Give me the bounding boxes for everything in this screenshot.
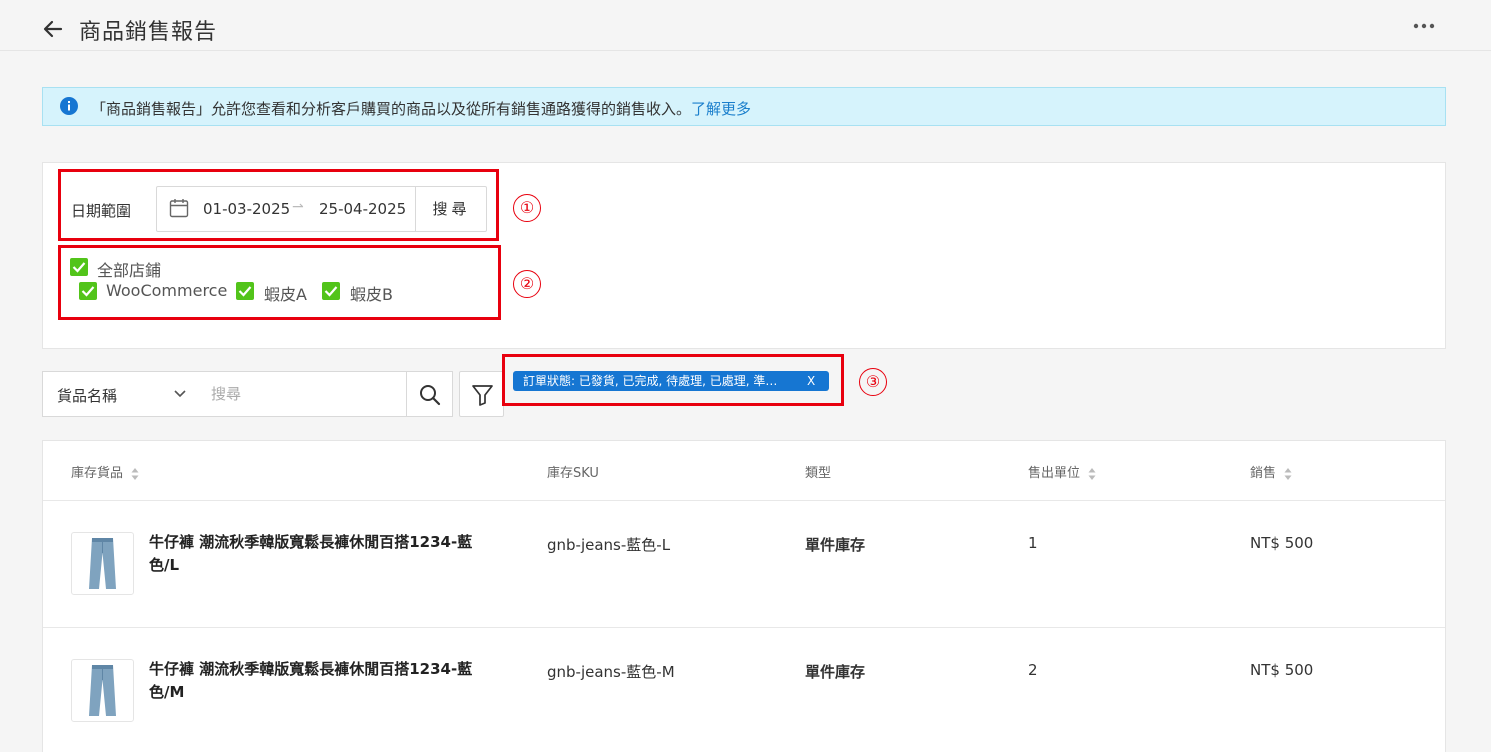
learn-more-link[interactable]: 了解更多 (691, 100, 751, 118)
units-cell: 1 (1028, 534, 1038, 552)
search-input[interactable] (198, 371, 407, 417)
sales-cell: NT$ 500 (1250, 661, 1314, 679)
sort-icon[interactable] (1284, 467, 1292, 481)
type-cell: 單件庫存 (805, 536, 866, 554)
select-value: 貨品名稱 (57, 387, 118, 405)
column-label: 售出單位 (1028, 466, 1081, 481)
sku-cell: gnb-jeans-藍色-M (547, 663, 675, 681)
product-thumbnail (71, 532, 134, 595)
column-header-units[interactable]: 售出單位 (1028, 462, 1096, 481)
column-header-type: 類型 (805, 466, 832, 481)
annotation-box-3 (502, 354, 844, 406)
info-icon (60, 97, 78, 115)
filter-button[interactable] (459, 371, 504, 417)
annotation-callout-3: ③ (859, 368, 887, 396)
jeans-image (89, 665, 116, 716)
column-header-sales[interactable]: 銷售 (1250, 462, 1292, 481)
chevron-down-icon (174, 390, 186, 398)
column-header-sku: 庫存SKU (547, 466, 599, 481)
annotation-callout-1: ① (513, 194, 541, 222)
banner-text: 「商品銷售報告」允許您查看和分析客戶購買的商品以及從所有銷售通路獲得的銷售收入。… (91, 98, 751, 119)
column-header-item[interactable]: 庫存貨品 (71, 462, 139, 481)
product-name: 牛仔褲 潮流秋季韓版寬鬆長褲休閒百搭1234-藍色/L (149, 533, 473, 574)
annotation-callout-2: ② (513, 270, 541, 298)
sales-table: 庫存貨品 庫存SKU 類型 售出單位 銷售 牛仔褲 潮流秋季韓版寬鬆長褲休閒百搭… (42, 440, 1446, 752)
column-label: 銷售 (1250, 466, 1277, 481)
more-options-icon[interactable] (1410, 20, 1438, 32)
info-banner: 「商品銷售報告」允許您查看和分析客戶購買的商品以及從所有銷售通路獲得的銷售收入。… (42, 87, 1446, 126)
search-button[interactable] (406, 371, 453, 417)
sku-cell: gnb-jeans-藍色-L (547, 536, 671, 554)
type-cell: 單件庫存 (805, 663, 866, 681)
filter-icon (472, 385, 493, 406)
back-arrow-icon[interactable] (40, 16, 66, 42)
table-row[interactable]: 牛仔褲 潮流秋季韓版寬鬆長褲休閒百搭1234-藍色/L gnb-jeans-藍色… (43, 501, 1445, 627)
product-thumbnail (71, 659, 134, 722)
units-cell: 2 (1028, 661, 1038, 679)
sales-cell: NT$ 500 (1250, 534, 1314, 552)
annotation-box-2 (58, 245, 501, 320)
table-row[interactable]: 牛仔褲 潮流秋季韓版寬鬆長褲休閒百搭1234-藍色/M gnb-jeans-藍色… (43, 628, 1445, 752)
product-name: 牛仔褲 潮流秋季韓版寬鬆長褲休閒百搭1234-藍色/M (149, 660, 473, 701)
column-label: 庫存貨品 (71, 466, 124, 481)
top-bar: 商品銷售報告 (0, 0, 1491, 51)
sort-icon[interactable] (1088, 467, 1096, 481)
search-icon (420, 385, 441, 406)
page-title: 商品銷售報告 (79, 20, 218, 45)
annotation-box-1 (58, 169, 499, 241)
sort-icon[interactable] (131, 467, 139, 481)
search-field-select[interactable]: 貨品名稱 (42, 371, 199, 417)
jeans-image (89, 538, 116, 589)
banner-message: 「商品銷售報告」允許您查看和分析客戶購買的商品以及從所有銷售通路獲得的銷售收入。 (91, 100, 692, 118)
